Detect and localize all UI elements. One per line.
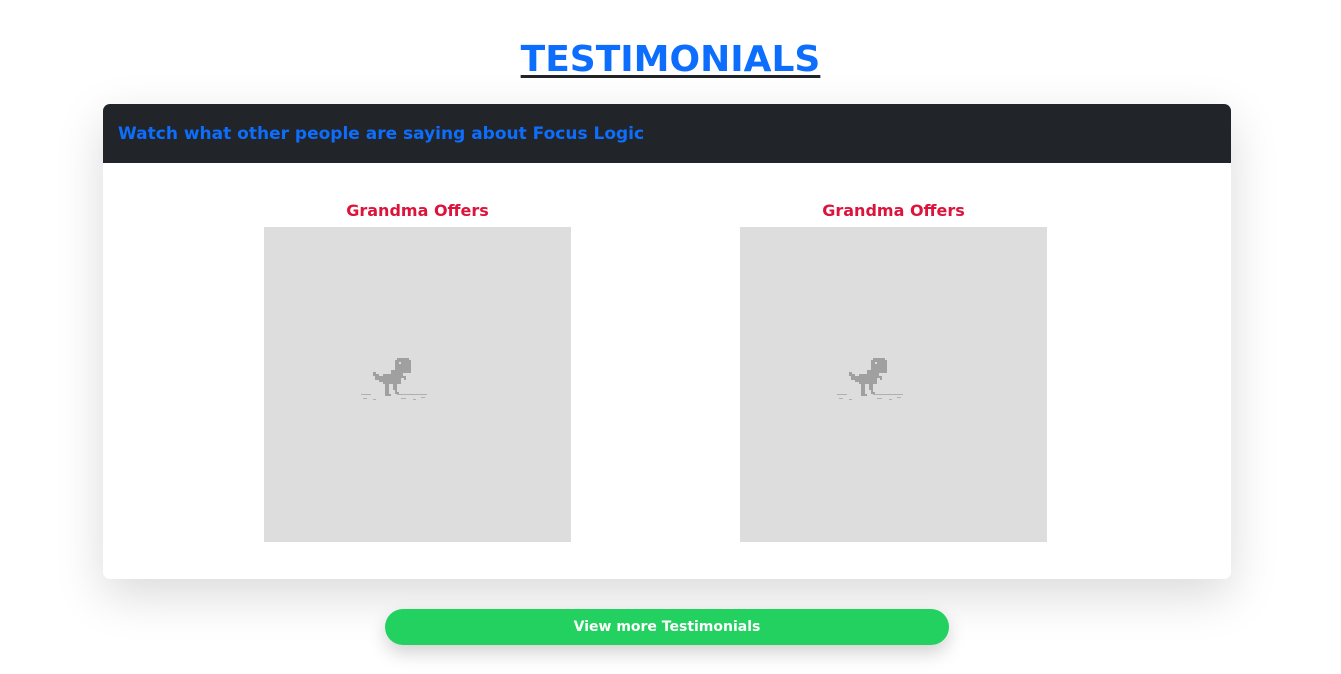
video-item: Grandma Offers — [740, 199, 1047, 542]
testimonials-card: Watch what other people are saying about… — [103, 104, 1231, 579]
video-embed[interactable] — [264, 227, 571, 542]
testimonials-section: TESTIMONIALS Watch what other people are… — [0, 0, 1341, 674]
page-title: TESTIMONIALS — [520, 39, 821, 80]
card-header: Watch what other people are saying about… — [103, 104, 1231, 163]
video-item: Grandma Offers — [264, 199, 571, 542]
view-more-testimonials-button[interactable]: View more Testimonials — [385, 609, 949, 645]
video-title: Grandma Offers — [346, 201, 489, 220]
video-embed[interactable] — [740, 227, 1047, 542]
card-header-text: Watch what other people are saying about… — [118, 123, 645, 144]
dino-offline-icon — [360, 356, 431, 408]
dino-offline-icon — [836, 356, 907, 408]
video-title: Grandma Offers — [822, 201, 965, 220]
